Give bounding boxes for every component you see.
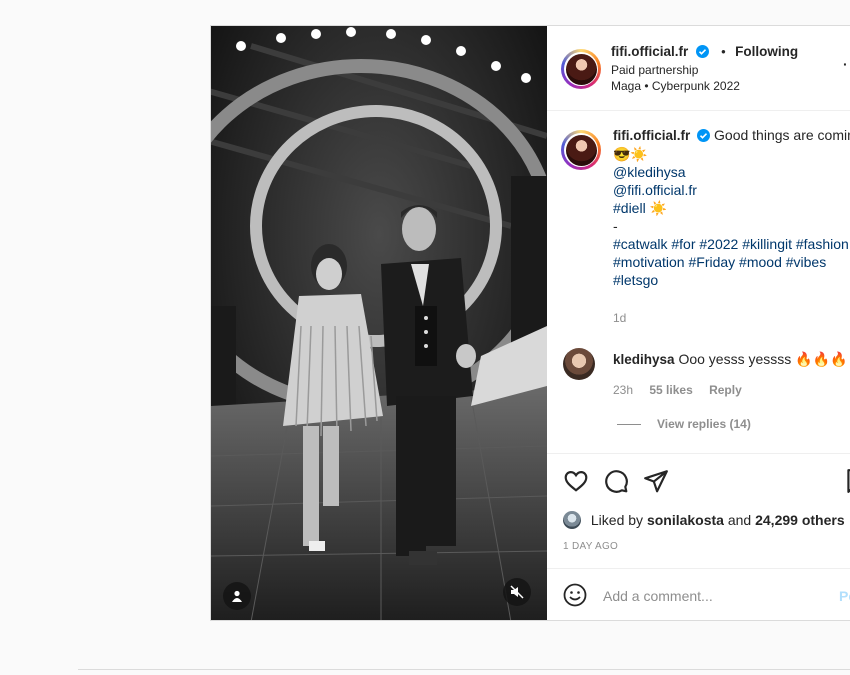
likes-and: and: [727, 512, 752, 528]
comment-body: kledihysa Ooo yesss yessss 🔥🔥🔥: [613, 351, 847, 368]
add-comment-input[interactable]: [603, 585, 823, 607]
heart-icon[interactable]: [563, 468, 589, 494]
footer-divider: [78, 669, 850, 670]
hashtags-line-1[interactable]: #catwalk #for #2022 #killingit #fashion: [613, 235, 850, 253]
view-replies-label: View replies (14): [657, 417, 751, 431]
likes-summary: Liked by sonilakosta and 24,299 others: [563, 511, 845, 529]
liker-avatar[interactable]: [563, 511, 581, 529]
add-comment-bar: Po: [547, 568, 850, 620]
comment-meta: 23h 55 likes Reply: [613, 383, 755, 397]
liker-username[interactable]: sonilakosta: [647, 512, 724, 528]
likes-prefix: Liked by: [590, 512, 644, 528]
speaker-muted-icon: [510, 585, 524, 599]
post-header: fifi.official.fr • Following Paid partne…: [547, 26, 850, 111]
bookmark-icon[interactable]: [843, 468, 850, 494]
mute-button[interactable]: [503, 578, 531, 606]
view-replies-button[interactable]: View replies (14): [617, 417, 751, 431]
video-frame: [211, 26, 547, 620]
comment-text: Ooo yesss yessss 🔥🔥🔥: [678, 351, 848, 367]
author-line: fifi.official.fr • Following: [611, 43, 798, 61]
emoji-icon[interactable]: [563, 583, 587, 607]
author-avatar[interactable]: [561, 49, 601, 89]
commenter-avatar[interactable]: [563, 348, 595, 380]
verified-badge-icon: [695, 45, 709, 58]
following-button[interactable]: Following: [735, 44, 798, 59]
commenter-username[interactable]: kledihysa: [613, 352, 675, 367]
author-photo: [565, 53, 597, 85]
person-icon: [232, 590, 242, 602]
post-comment-button[interactable]: Po: [839, 588, 850, 604]
reply-button[interactable]: Reply: [709, 383, 742, 397]
caption-text: fifi.official.fr Good things are comin 😎…: [613, 126, 850, 289]
likes-others[interactable]: 24,299 others: [755, 512, 845, 528]
verified-badge-icon: [697, 129, 711, 142]
caption-author-photo: [565, 134, 597, 166]
share-icon[interactable]: [643, 468, 669, 494]
post-sidebar: fifi.official.fr • Following Paid partne…: [547, 26, 850, 620]
mention-fifi[interactable]: @fifi.official.fr: [613, 181, 850, 199]
caption-username[interactable]: fifi.official.fr: [613, 128, 690, 143]
more-options-icon[interactable]: ·: [843, 56, 849, 72]
comment-likes[interactable]: 55 likes: [649, 383, 692, 397]
follow-separator: •: [721, 44, 726, 59]
comment-time[interactable]: 23h: [613, 383, 633, 397]
caption-author-avatar[interactable]: [561, 130, 601, 170]
replies-divider: [617, 424, 641, 426]
post-video[interactable]: [211, 26, 547, 620]
caption-line-2: 😎☀️: [613, 146, 648, 162]
caption-divider: -: [613, 218, 618, 234]
tagged-people-button[interactable]: [223, 582, 251, 610]
audio-label[interactable]: Maga • Cyberpunk 2022: [611, 79, 740, 93]
caption-line-1: Good things are comin: [714, 127, 850, 143]
hashtags-line-2[interactable]: #motivation #Friday #mood #vibes: [613, 253, 850, 271]
author-username[interactable]: fifi.official.fr: [611, 44, 688, 59]
post-card: fifi.official.fr • Following Paid partne…: [210, 25, 850, 621]
mention-kledihysa[interactable]: @kledihysa: [613, 163, 850, 181]
post-date[interactable]: 1 DAY AGO: [563, 541, 618, 552]
caption-time[interactable]: 1d: [613, 311, 626, 325]
paid-partnership-label[interactable]: Paid partnership: [611, 63, 698, 77]
hashtag-diell[interactable]: #diell ☀️: [613, 199, 850, 217]
comment-icon[interactable]: [603, 468, 629, 494]
hashtags-line-3[interactable]: #letsgo: [613, 271, 850, 289]
